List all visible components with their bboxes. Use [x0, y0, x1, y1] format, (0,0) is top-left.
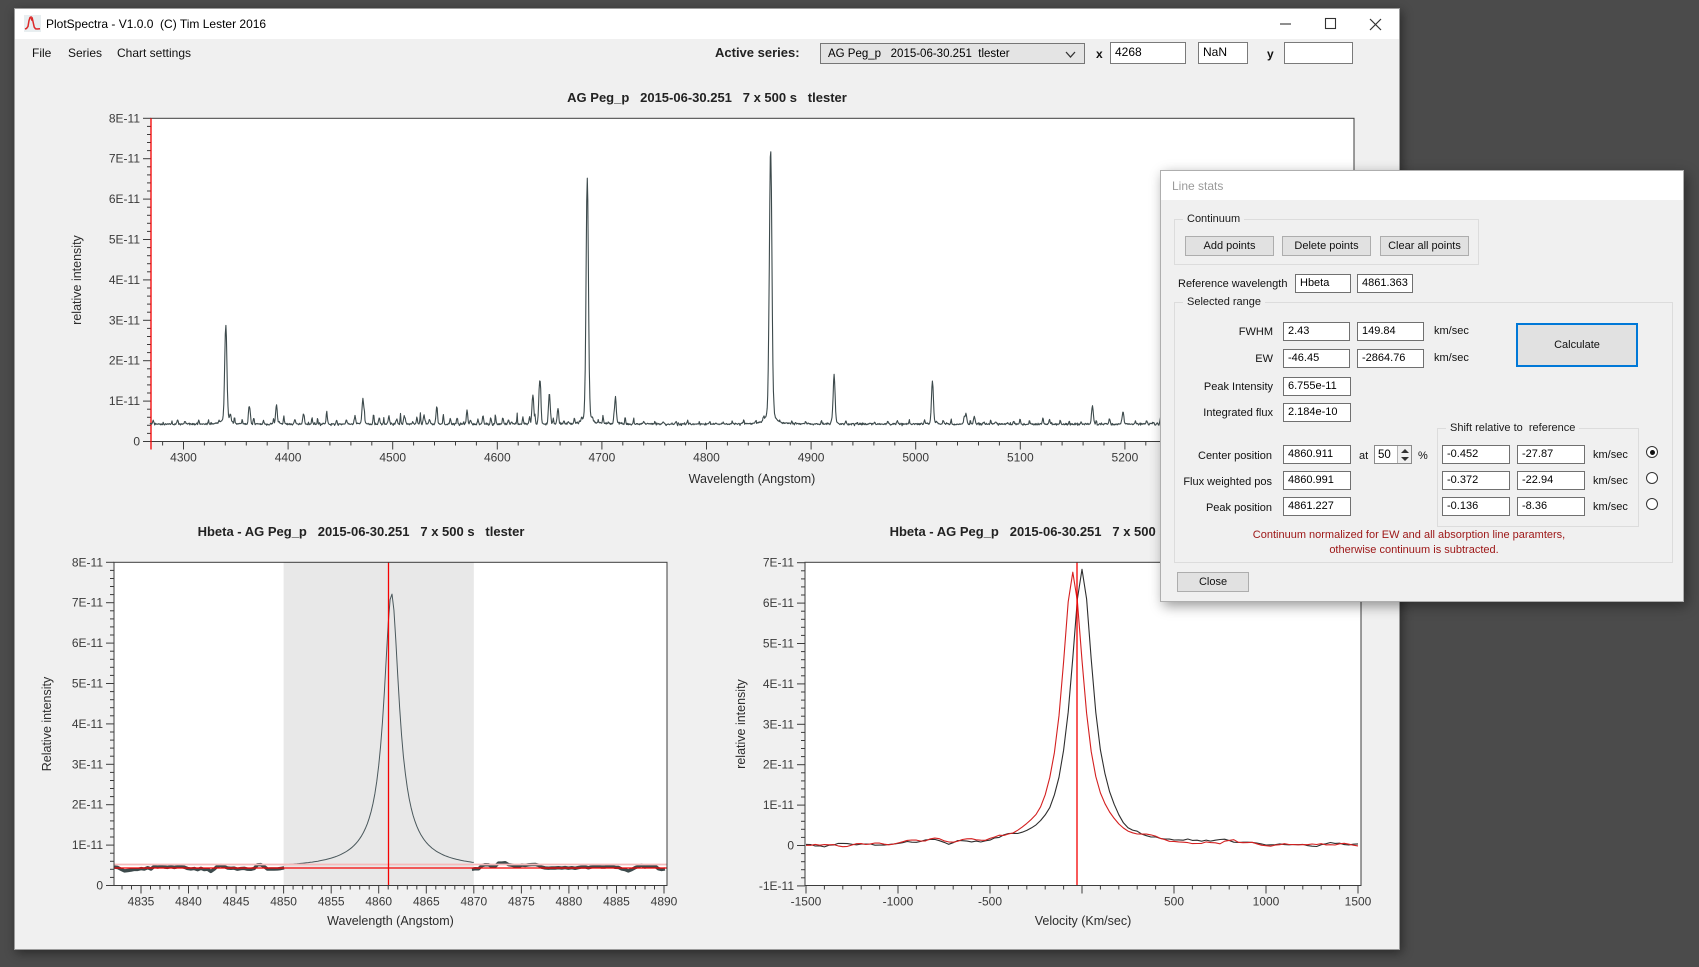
svg-text:AG Peg_p 2015-06-30.251 7: AG Peg_p 2015-06-30.251 7 x 500 s tleste…	[567, 90, 847, 105]
svg-text:4855: 4855	[318, 895, 345, 909]
svg-text:-1500: -1500	[791, 895, 822, 909]
svg-text:4835: 4835	[128, 895, 155, 909]
svg-text:2E-11: 2E-11	[72, 798, 103, 812]
svg-text:8E-11: 8E-11	[109, 111, 140, 125]
svg-text:4890: 4890	[651, 895, 678, 909]
svg-text:7E-11: 7E-11	[72, 596, 103, 610]
svg-text:5E-11: 5E-11	[763, 637, 794, 651]
svg-text:5000: 5000	[902, 451, 929, 465]
svg-text:6E-11: 6E-11	[109, 192, 140, 206]
svg-text:4885: 4885	[603, 895, 630, 909]
svg-text:3E-11: 3E-11	[763, 717, 794, 731]
svg-text:4865: 4865	[413, 895, 440, 909]
svg-text:2E-11: 2E-11	[109, 354, 140, 368]
svg-text:0: 0	[133, 435, 140, 449]
svg-text:2E-11: 2E-11	[763, 758, 794, 772]
svg-text:4E-11: 4E-11	[109, 273, 140, 287]
svg-text:5100: 5100	[1007, 451, 1034, 465]
svg-text:1500: 1500	[1345, 895, 1372, 909]
svg-text:4840: 4840	[175, 895, 202, 909]
svg-text:4500: 4500	[379, 451, 406, 465]
svg-text:4E-11: 4E-11	[72, 717, 103, 731]
svg-text:1000: 1000	[1253, 895, 1280, 909]
svg-text:5E-11: 5E-11	[72, 677, 103, 691]
svg-text:-1E-11: -1E-11	[759, 879, 794, 893]
svg-text:5200: 5200	[1112, 451, 1139, 465]
svg-text:3E-11: 3E-11	[109, 313, 140, 327]
svg-text:-1000: -1000	[883, 895, 914, 909]
svg-text:Hbeta - AG Peg_p 2015-06-30.: Hbeta - AG Peg_p 2015-06-30.251 7 x 500 …	[198, 524, 525, 539]
svg-text:Wavelength (Angstom): Wavelength (Angstom)	[689, 472, 816, 486]
svg-text:relative intensity: relative intensity	[70, 234, 84, 324]
svg-text:4300: 4300	[170, 451, 197, 465]
svg-text:1E-11: 1E-11	[763, 798, 794, 812]
svg-text:6E-11: 6E-11	[72, 636, 103, 650]
svg-text:4400: 4400	[275, 451, 302, 465]
svg-text:6E-11: 6E-11	[763, 596, 794, 610]
svg-text:Relative intensity: Relative intensity	[40, 676, 54, 771]
svg-text:4845: 4845	[223, 895, 250, 909]
svg-text:4860: 4860	[365, 895, 392, 909]
svg-text:4850: 4850	[270, 895, 297, 909]
svg-text:4800: 4800	[693, 451, 720, 465]
svg-text:8E-11: 8E-11	[72, 555, 103, 569]
svg-text:4880: 4880	[556, 895, 583, 909]
svg-text:4900: 4900	[798, 451, 825, 465]
svg-text:500: 500	[1164, 895, 1184, 909]
svg-text:1E-11: 1E-11	[109, 394, 140, 408]
svg-text:4600: 4600	[484, 451, 511, 465]
svg-text:relative intensity: relative intensity	[734, 678, 748, 768]
svg-text:-500: -500	[978, 895, 1002, 909]
svg-text:4700: 4700	[589, 451, 616, 465]
svg-text:4E-11: 4E-11	[763, 677, 794, 691]
svg-text:7E-11: 7E-11	[763, 556, 794, 570]
svg-text:0: 0	[96, 879, 103, 893]
svg-text:0: 0	[787, 839, 794, 853]
svg-text:7E-11: 7E-11	[109, 152, 140, 166]
svg-text:Wavelength (Angstom): Wavelength (Angstom)	[327, 914, 454, 928]
svg-text:4875: 4875	[508, 895, 535, 909]
svg-text:5E-11: 5E-11	[109, 233, 140, 247]
svg-text:4870: 4870	[460, 895, 487, 909]
svg-text:3E-11: 3E-11	[72, 757, 103, 771]
svg-text:1E-11: 1E-11	[72, 838, 103, 852]
svg-text:Velocity (Km/sec): Velocity (Km/sec)	[1035, 914, 1132, 928]
